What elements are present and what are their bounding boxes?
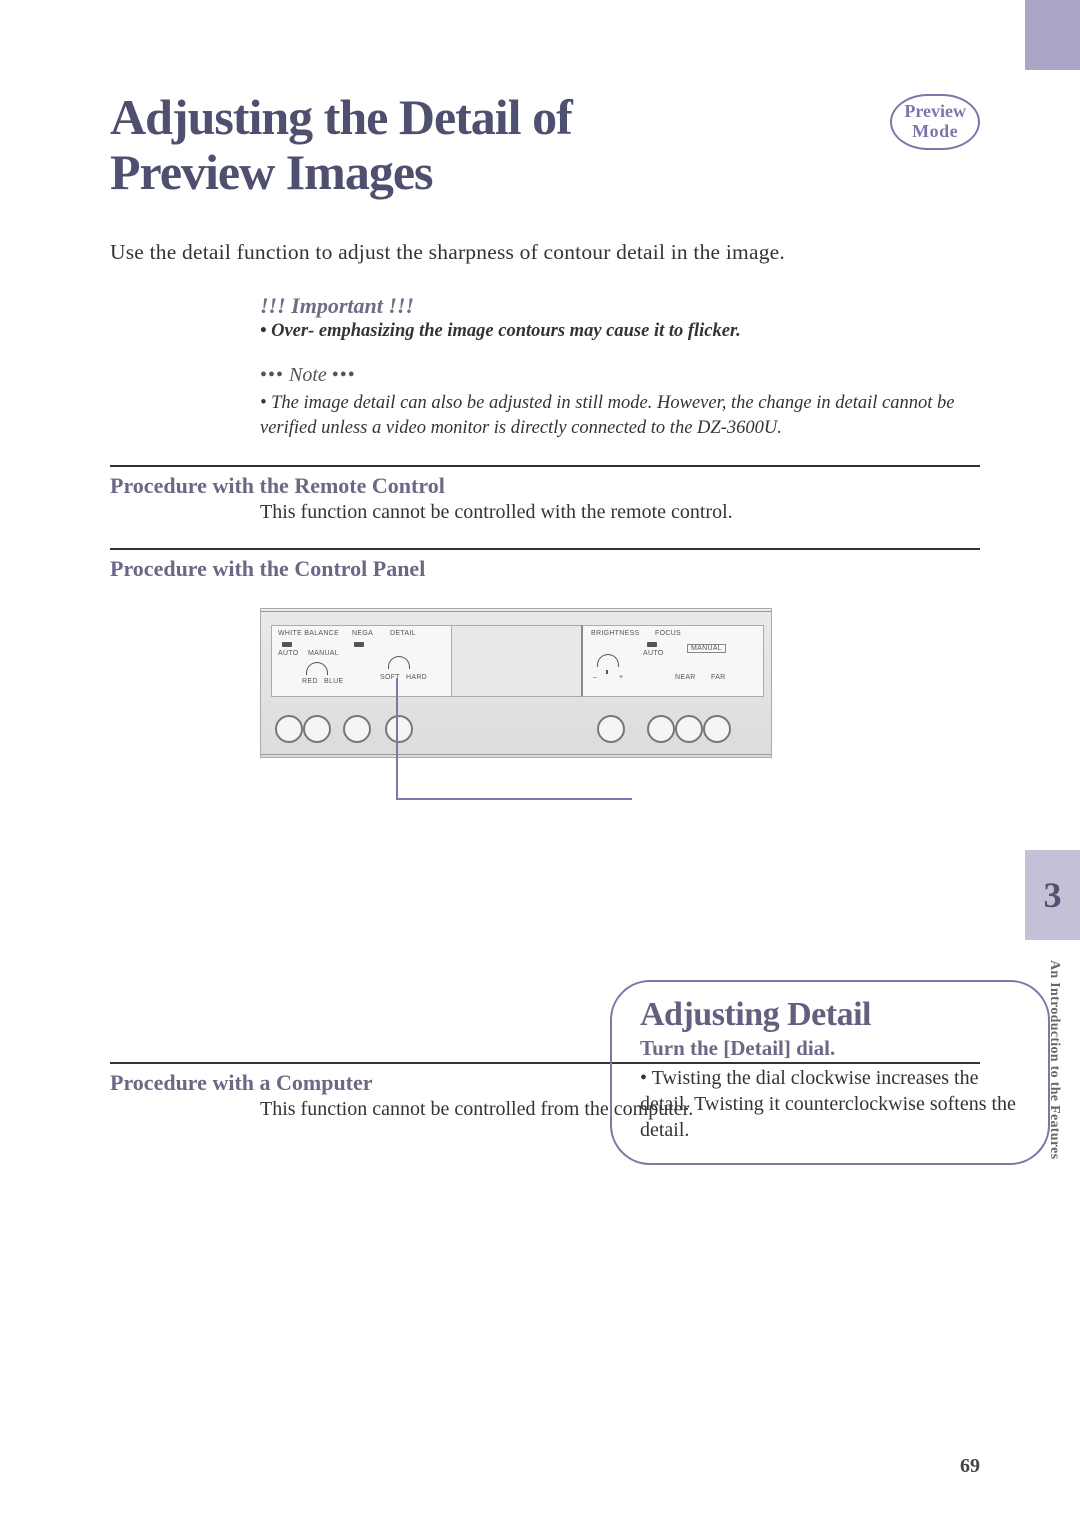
callout-subtitle: Turn the [Detail] dial. [640, 1036, 1024, 1061]
badge-line-1: Preview [904, 102, 966, 122]
callout-leader-vertical [396, 678, 398, 798]
brightness-tick [606, 670, 608, 674]
note-title: ••• Note ••• [260, 364, 980, 387]
note-block: ••• Note ••• • The image detail can also… [260, 364, 980, 441]
section-heading-panel: Procedure with the Control Panel [110, 556, 980, 582]
panel-button-2 [303, 715, 331, 743]
panel-inset-mid [451, 625, 583, 697]
label-white-balance: WHITE BALANCE [278, 630, 339, 637]
dial-brightness [597, 654, 619, 667]
label-auto: AUTO [278, 650, 299, 657]
title-line-1: Adjusting the Detail of [110, 89, 572, 145]
callout-title: Adjusting Detail [640, 996, 1024, 1034]
panel-button-7 [675, 715, 703, 743]
label-hard: HARD [406, 674, 427, 681]
panel-edge-line [261, 611, 771, 612]
section-body-remote: This function cannot be controlled with … [260, 501, 980, 524]
label-nega: NEGA [352, 630, 373, 637]
label-detail: DETAIL [390, 630, 416, 637]
note-prefix-dots: ••• [260, 364, 284, 386]
label-near: NEAR [675, 674, 696, 681]
preview-mode-badge: Preview Mode [890, 94, 980, 150]
label-far: FAR [711, 674, 726, 681]
label-manual: MANUAL [308, 650, 339, 657]
detail-callout-box: Adjusting Detail Turn the [Detail] dial.… [610, 980, 1050, 1165]
title-line-2: Preview Images [110, 144, 432, 200]
dial-detail [388, 656, 410, 669]
panel-button-4 [385, 715, 413, 743]
label-focus-auto: AUTO [643, 650, 664, 657]
chapter-number: 3 [1044, 874, 1062, 916]
important-bullet: • Over- emphasizing the image contours m… [260, 321, 980, 342]
page-title: Adjusting the Detail of Preview Images [110, 90, 572, 200]
badge-line-2: Mode [904, 122, 966, 142]
chapter-tab: 3 [1025, 850, 1080, 940]
note-body: • The image detail can also be adjusted … [260, 391, 980, 441]
note-label: Note [289, 364, 327, 386]
thumb-tab-top [1025, 0, 1080, 70]
section-rule-1 [110, 465, 980, 467]
switch-focus [647, 642, 657, 647]
important-block: !!! Important !!! • Over- emphasizing th… [260, 293, 980, 342]
note-suffix-dots: ••• [332, 364, 356, 386]
panel-button-1 [275, 715, 303, 743]
important-title: !!! Important !!! [260, 293, 980, 319]
section-heading-remote: Procedure with the Remote Control [110, 473, 980, 499]
panel-button-8 [703, 715, 731, 743]
switch-nega [354, 642, 364, 647]
page-content: Adjusting the Detail of Preview Images P… [0, 0, 1080, 1121]
label-focus-manual: MANUAL [687, 644, 726, 653]
panel-body: WHITE BALANCE AUTO MANUAL RED BLUE NEGA … [260, 608, 772, 758]
panel-edge-line-bottom [261, 754, 771, 755]
callout-body: • Twisting the dial clockwise increases … [640, 1065, 1024, 1143]
label-brightness: BRIGHTNESS [591, 630, 640, 637]
panel-button-3 [343, 715, 371, 743]
panel-button-5 [597, 715, 625, 743]
control-panel-diagram: WHITE BALANCE AUTO MANUAL RED BLUE NEGA … [260, 608, 770, 758]
label-red: RED [302, 678, 318, 685]
callout-leader-horizontal [396, 798, 632, 800]
panel-inset-right: BRIGHTNESS – + FOCUS AUTO MANUAL NEAR FA… [581, 625, 764, 697]
running-head: An Introduction to the Features [1046, 960, 1062, 1159]
label-blue: BLUE [324, 678, 344, 685]
page-header-row: Adjusting the Detail of Preview Images P… [110, 90, 980, 200]
label-focus: FOCUS [655, 630, 681, 637]
label-minus: – [593, 674, 597, 681]
page-number: 69 [960, 1455, 980, 1478]
panel-inset-left: WHITE BALANCE AUTO MANUAL RED BLUE NEGA … [271, 625, 454, 697]
switch-wb [282, 642, 292, 647]
panel-button-6 [647, 715, 675, 743]
dial-wb [306, 662, 328, 675]
label-plus: + [619, 674, 623, 681]
section-rule-2 [110, 548, 980, 550]
intro-text: Use the detail function to adjust the sh… [110, 240, 980, 265]
